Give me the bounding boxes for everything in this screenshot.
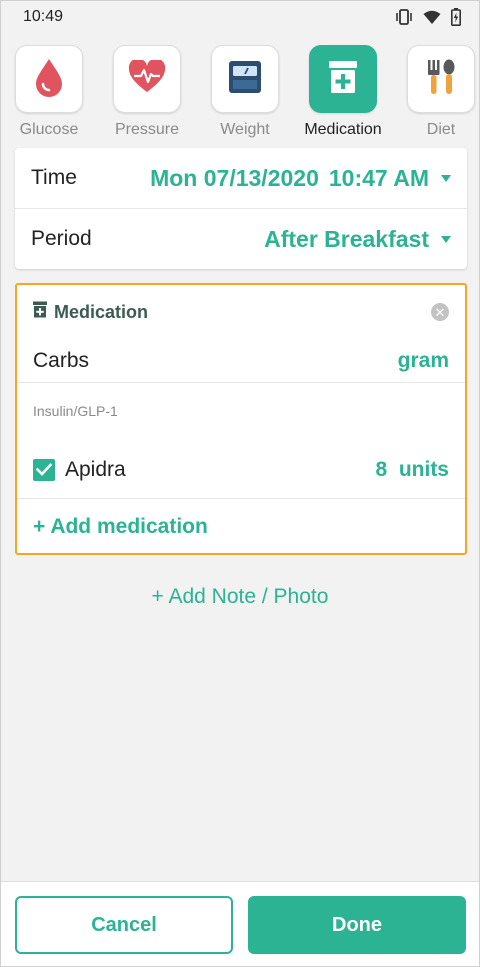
date-value[interactable]: Mon 07/13/2020 (150, 165, 319, 192)
tab-glucose-button[interactable] (15, 45, 83, 113)
medicine-box-small-icon (32, 301, 48, 323)
tab-pressure[interactable]: Pressure (107, 45, 187, 139)
tab-pressure-label: Pressure (114, 121, 180, 138)
medication-card-header: Medication ✕ (17, 285, 465, 339)
tab-medication-label: Medication (304, 121, 382, 138)
tab-weight[interactable]: Weight (205, 45, 285, 139)
wifi-icon (423, 10, 441, 25)
medication-item[interactable]: Apidra 8 units (17, 441, 465, 499)
time-row[interactable]: Time Mon 07/13/2020 10:47 AM (15, 148, 467, 209)
time-value[interactable]: Mon 07/13/2020 10:47 AM (150, 165, 451, 192)
period-row[interactable]: Period After Breakfast (15, 209, 467, 269)
category-tabs: Glucose Pressure Weight Medication Diet (1, 45, 479, 145)
medication-dose[interactable]: 8 units (375, 458, 449, 482)
status-icons (395, 8, 461, 26)
tab-glucose-label: Glucose (19, 121, 79, 138)
bottom-action-bar: Cancel Done (1, 881, 479, 966)
heart-pulse-icon (128, 57, 166, 99)
battery-charging-icon (451, 8, 461, 26)
medicine-box-icon (327, 60, 359, 99)
scale-icon (228, 60, 262, 99)
medication-card-title: Medication (32, 301, 148, 323)
tab-diet[interactable]: Diet (401, 45, 479, 139)
chevron-down-icon (441, 174, 451, 182)
vibrate-icon (395, 9, 413, 25)
screen: 10:49 Glucose Pressure Weight Medication… (0, 0, 480, 967)
add-medication-button[interactable]: + Add medication (17, 499, 465, 555)
status-bar: 10:49 (1, 1, 479, 33)
medication-amount[interactable]: 8 (375, 458, 387, 481)
medication-card: Medication ✕ Carbs gram Insulin/GLP-1 Ap… (15, 283, 467, 555)
tab-weight-button[interactable] (211, 45, 279, 113)
period-selected[interactable]: After Breakfast (264, 226, 429, 253)
carbs-label: Carbs (33, 348, 90, 372)
tab-diet-button[interactable] (407, 45, 475, 113)
tab-weight-label: Weight (220, 121, 270, 138)
carbs-row[interactable]: Carbs gram (17, 339, 465, 383)
tab-diet-label: Diet (426, 121, 456, 138)
chevron-down-icon (441, 235, 451, 243)
medication-checkbox[interactable] (33, 458, 55, 481)
insulin-section-label: Insulin/GLP-1 (33, 403, 118, 419)
tab-glucose[interactable]: Glucose (9, 45, 89, 139)
time-label: Time (31, 166, 77, 189)
status-time: 10:49 (23, 8, 64, 25)
tab-pressure-button[interactable] (113, 45, 181, 113)
medication-card-title-text: Medication (54, 301, 149, 322)
period-label: Period (31, 227, 92, 250)
add-note-photo-button[interactable]: + Add Note / Photo (1, 585, 479, 609)
blood-drop-icon (32, 57, 66, 102)
tab-medication[interactable]: Medication (303, 45, 383, 139)
time-of-day-value[interactable]: 10:47 AM (329, 165, 429, 192)
medication-name: Apidra (65, 457, 126, 481)
done-button[interactable]: Done (248, 896, 466, 954)
tab-medication-button[interactable] (309, 45, 377, 113)
medication-item-left: Apidra (33, 458, 126, 482)
fork-spoon-icon (424, 58, 458, 101)
carbs-unit[interactable]: gram (398, 349, 449, 373)
cancel-button[interactable]: Cancel (15, 896, 233, 954)
medication-unit: units (398, 457, 449, 481)
period-value[interactable]: After Breakfast (264, 226, 451, 253)
close-icon[interactable]: ✕ (431, 303, 449, 321)
time-period-card: Time Mon 07/13/2020 10:47 AM Period Afte… (15, 148, 467, 269)
